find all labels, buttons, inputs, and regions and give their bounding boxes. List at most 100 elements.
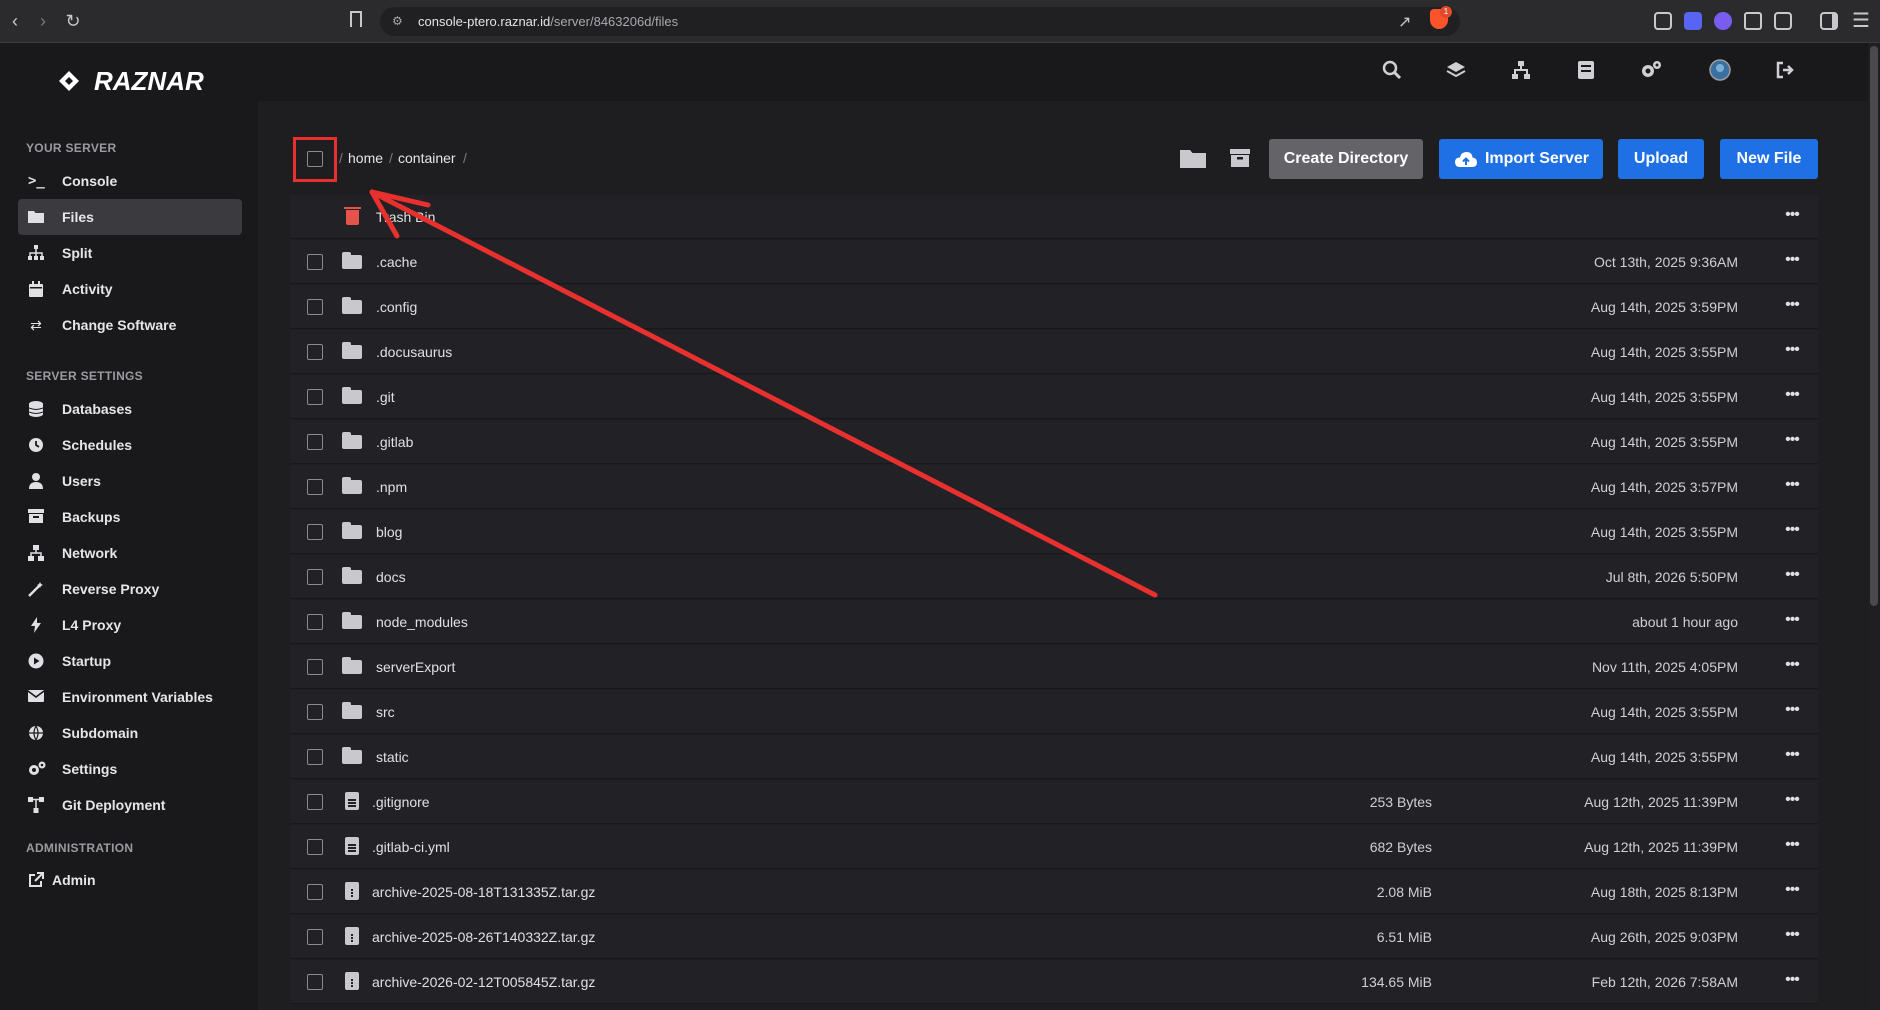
server-icon[interactable]	[1575, 60, 1597, 82]
search-icon[interactable]	[1381, 60, 1403, 82]
row-checkbox[interactable]	[307, 974, 323, 990]
sidebar-item-split[interactable]: Split	[18, 235, 242, 271]
table-row[interactable]: blog Aug 14th, 2025 3:55PM •••	[290, 510, 1818, 554]
sidebar-toggle-icon[interactable]	[1820, 12, 1838, 30]
address-bar[interactable]: ⚙ console-ptero.raznar.id/server/8463206…	[380, 7, 1460, 36]
upload-button[interactable]: Upload	[1618, 139, 1704, 179]
qr-extension-icon[interactable]	[1654, 12, 1672, 30]
more-options-icon[interactable]: •••	[1780, 339, 1804, 363]
bookmark-icon[interactable]	[350, 11, 362, 27]
row-checkbox[interactable]	[307, 299, 323, 315]
more-options-icon[interactable]: •••	[1780, 789, 1804, 813]
share-icon[interactable]: ↗	[1398, 12, 1411, 32]
row-checkbox[interactable]	[307, 434, 323, 450]
table-row[interactable]: docs Jul 8th, 2026 5:50PM •••	[290, 555, 1818, 599]
row-checkbox[interactable]	[307, 704, 323, 720]
sidebar-item-reverse-proxy[interactable]: Reverse Proxy	[18, 571, 242, 607]
forward-icon[interactable]: ›	[32, 10, 54, 32]
table-row[interactable]: .gitlab Aug 14th, 2025 3:55PM •••	[290, 420, 1818, 464]
cogs-icon[interactable]	[1640, 60, 1662, 82]
sidebar-item-startup[interactable]: Startup	[18, 643, 242, 679]
sidebar-item-environment-variables[interactable]: Environment Variables	[18, 679, 242, 715]
more-options-icon[interactable]: •••	[1780, 519, 1804, 543]
sidebar-item-change-software[interactable]: ⇄ Change Software	[18, 307, 242, 343]
row-checkbox[interactable]	[307, 569, 323, 585]
table-row[interactable]: .git Aug 14th, 2025 3:55PM •••	[290, 375, 1818, 419]
more-options-icon[interactable]: •••	[1780, 834, 1804, 858]
table-row[interactable]: .config Aug 14th, 2025 3:59PM •••	[290, 285, 1818, 329]
more-options-icon[interactable]: •••	[1780, 294, 1804, 318]
more-options-icon[interactable]: •••	[1780, 474, 1804, 498]
more-options-icon[interactable]: •••	[1780, 384, 1804, 408]
row-checkbox[interactable]	[307, 749, 323, 765]
sidebar-item-subdomain[interactable]: Subdomain	[18, 715, 242, 751]
table-row[interactable]: .gitignore 253 Bytes Aug 12th, 2025 11:3…	[290, 780, 1818, 824]
layers-icon[interactable]	[1445, 60, 1467, 82]
avatar[interactable]	[1709, 59, 1731, 81]
more-options-icon[interactable]: •••	[1780, 609, 1804, 633]
trash-bin-row[interactable]: Trash Bin •••	[290, 195, 1818, 239]
sidebar-item-settings[interactable]: Settings	[18, 751, 242, 787]
create-directory-button[interactable]: Create Directory	[1269, 139, 1423, 179]
app-logo[interactable]: RAZNAR	[94, 66, 204, 97]
site-settings-icon[interactable]: ⚙	[392, 14, 403, 28]
breadcrumb-container[interactable]: container	[398, 150, 456, 166]
more-options-icon[interactable]: •••	[1780, 879, 1804, 903]
row-checkbox[interactable]	[307, 884, 323, 900]
table-row[interactable]: archive-2025-08-18T131335Z.tar.gz 2.08 M…	[290, 870, 1818, 914]
folder-icon[interactable]	[1180, 148, 1206, 170]
table-row[interactable]: node_modules about 1 hour ago •••	[290, 600, 1818, 644]
more-options-icon[interactable]: •••	[1780, 744, 1804, 768]
row-checkbox[interactable]	[307, 389, 323, 405]
puzzle-extension-icon[interactable]	[1744, 12, 1762, 30]
row-checkbox[interactable]	[307, 524, 323, 540]
more-options-icon[interactable]: •••	[1780, 969, 1804, 993]
row-checkbox[interactable]	[307, 659, 323, 675]
row-checkbox[interactable]	[307, 254, 323, 270]
sidebar-item-activity[interactable]: Activity	[18, 271, 242, 307]
logout-icon[interactable]	[1774, 60, 1796, 82]
table-row[interactable]: src Aug 14th, 2025 3:55PM •••	[290, 690, 1818, 734]
row-checkbox[interactable]	[307, 479, 323, 495]
table-row[interactable]: .cache Oct 13th, 2025 9:36AM •••	[290, 240, 1818, 284]
more-options-icon[interactable]: •••	[1780, 564, 1804, 588]
table-row[interactable]: archive-2025-08-26T140332Z.tar.gz 6.51 M…	[290, 915, 1818, 959]
table-row[interactable]: archive-2026-02-12T005845Z.tar.gz 134.65…	[290, 960, 1818, 1004]
more-options-icon[interactable]: •••	[1780, 699, 1804, 723]
sidebar-item-network[interactable]: Network	[18, 535, 242, 571]
row-checkbox[interactable]	[307, 794, 323, 810]
row-checkbox[interactable]	[307, 839, 323, 855]
breadcrumb-home[interactable]: home	[348, 150, 383, 166]
screenshot-extension-icon[interactable]	[1774, 12, 1792, 30]
sidebar-item-schedules[interactable]: Schedules	[18, 427, 242, 463]
discord-extension-icon[interactable]	[1684, 12, 1702, 30]
reload-icon[interactable]: ↻	[62, 10, 84, 32]
table-row[interactable]: .npm Aug 14th, 2025 3:57PM •••	[290, 465, 1818, 509]
table-row[interactable]: .gitlab-ci.yml 682 Bytes Aug 12th, 2025 …	[290, 825, 1818, 869]
table-row[interactable]: serverExport Nov 11th, 2025 4:05PM •••	[290, 645, 1818, 689]
page-scrollbar-thumb[interactable]	[1870, 46, 1878, 606]
row-checkbox[interactable]	[307, 344, 323, 360]
sidebar-item-databases[interactable]: Databases	[18, 391, 242, 427]
more-options-icon[interactable]: •••	[1780, 204, 1804, 228]
sidebar-item-files[interactable]: Files	[18, 199, 242, 235]
sidebar-item-console[interactable]: >_ Console	[18, 163, 242, 199]
sidebar-item-l4-proxy[interactable]: L4 Proxy	[18, 607, 242, 643]
vpn-extension-icon[interactable]	[1714, 12, 1732, 30]
more-options-icon[interactable]: •••	[1780, 654, 1804, 678]
more-options-icon[interactable]: •••	[1780, 249, 1804, 273]
sitemap-icon[interactable]	[1510, 60, 1532, 82]
new-file-button[interactable]: New File	[1720, 139, 1818, 179]
row-checkbox[interactable]	[307, 929, 323, 945]
table-row[interactable]: .docusaurus Aug 14th, 2025 3:55PM •••	[290, 330, 1818, 374]
menu-icon[interactable]: ☰	[1850, 10, 1872, 32]
back-icon[interactable]: ‹	[4, 10, 26, 32]
sidebar-item-users[interactable]: Users	[18, 463, 242, 499]
sidebar-item-git-deployment[interactable]: Git Deployment	[18, 787, 242, 823]
import-server-button[interactable]: Import Server	[1439, 139, 1603, 179]
archive-icon[interactable]	[1230, 148, 1256, 170]
sidebar-item-backups[interactable]: Backups	[18, 499, 242, 535]
more-options-icon[interactable]: •••	[1780, 924, 1804, 948]
sidebar-item-admin[interactable]: Admin	[18, 862, 242, 898]
row-checkbox[interactable]	[307, 614, 323, 630]
